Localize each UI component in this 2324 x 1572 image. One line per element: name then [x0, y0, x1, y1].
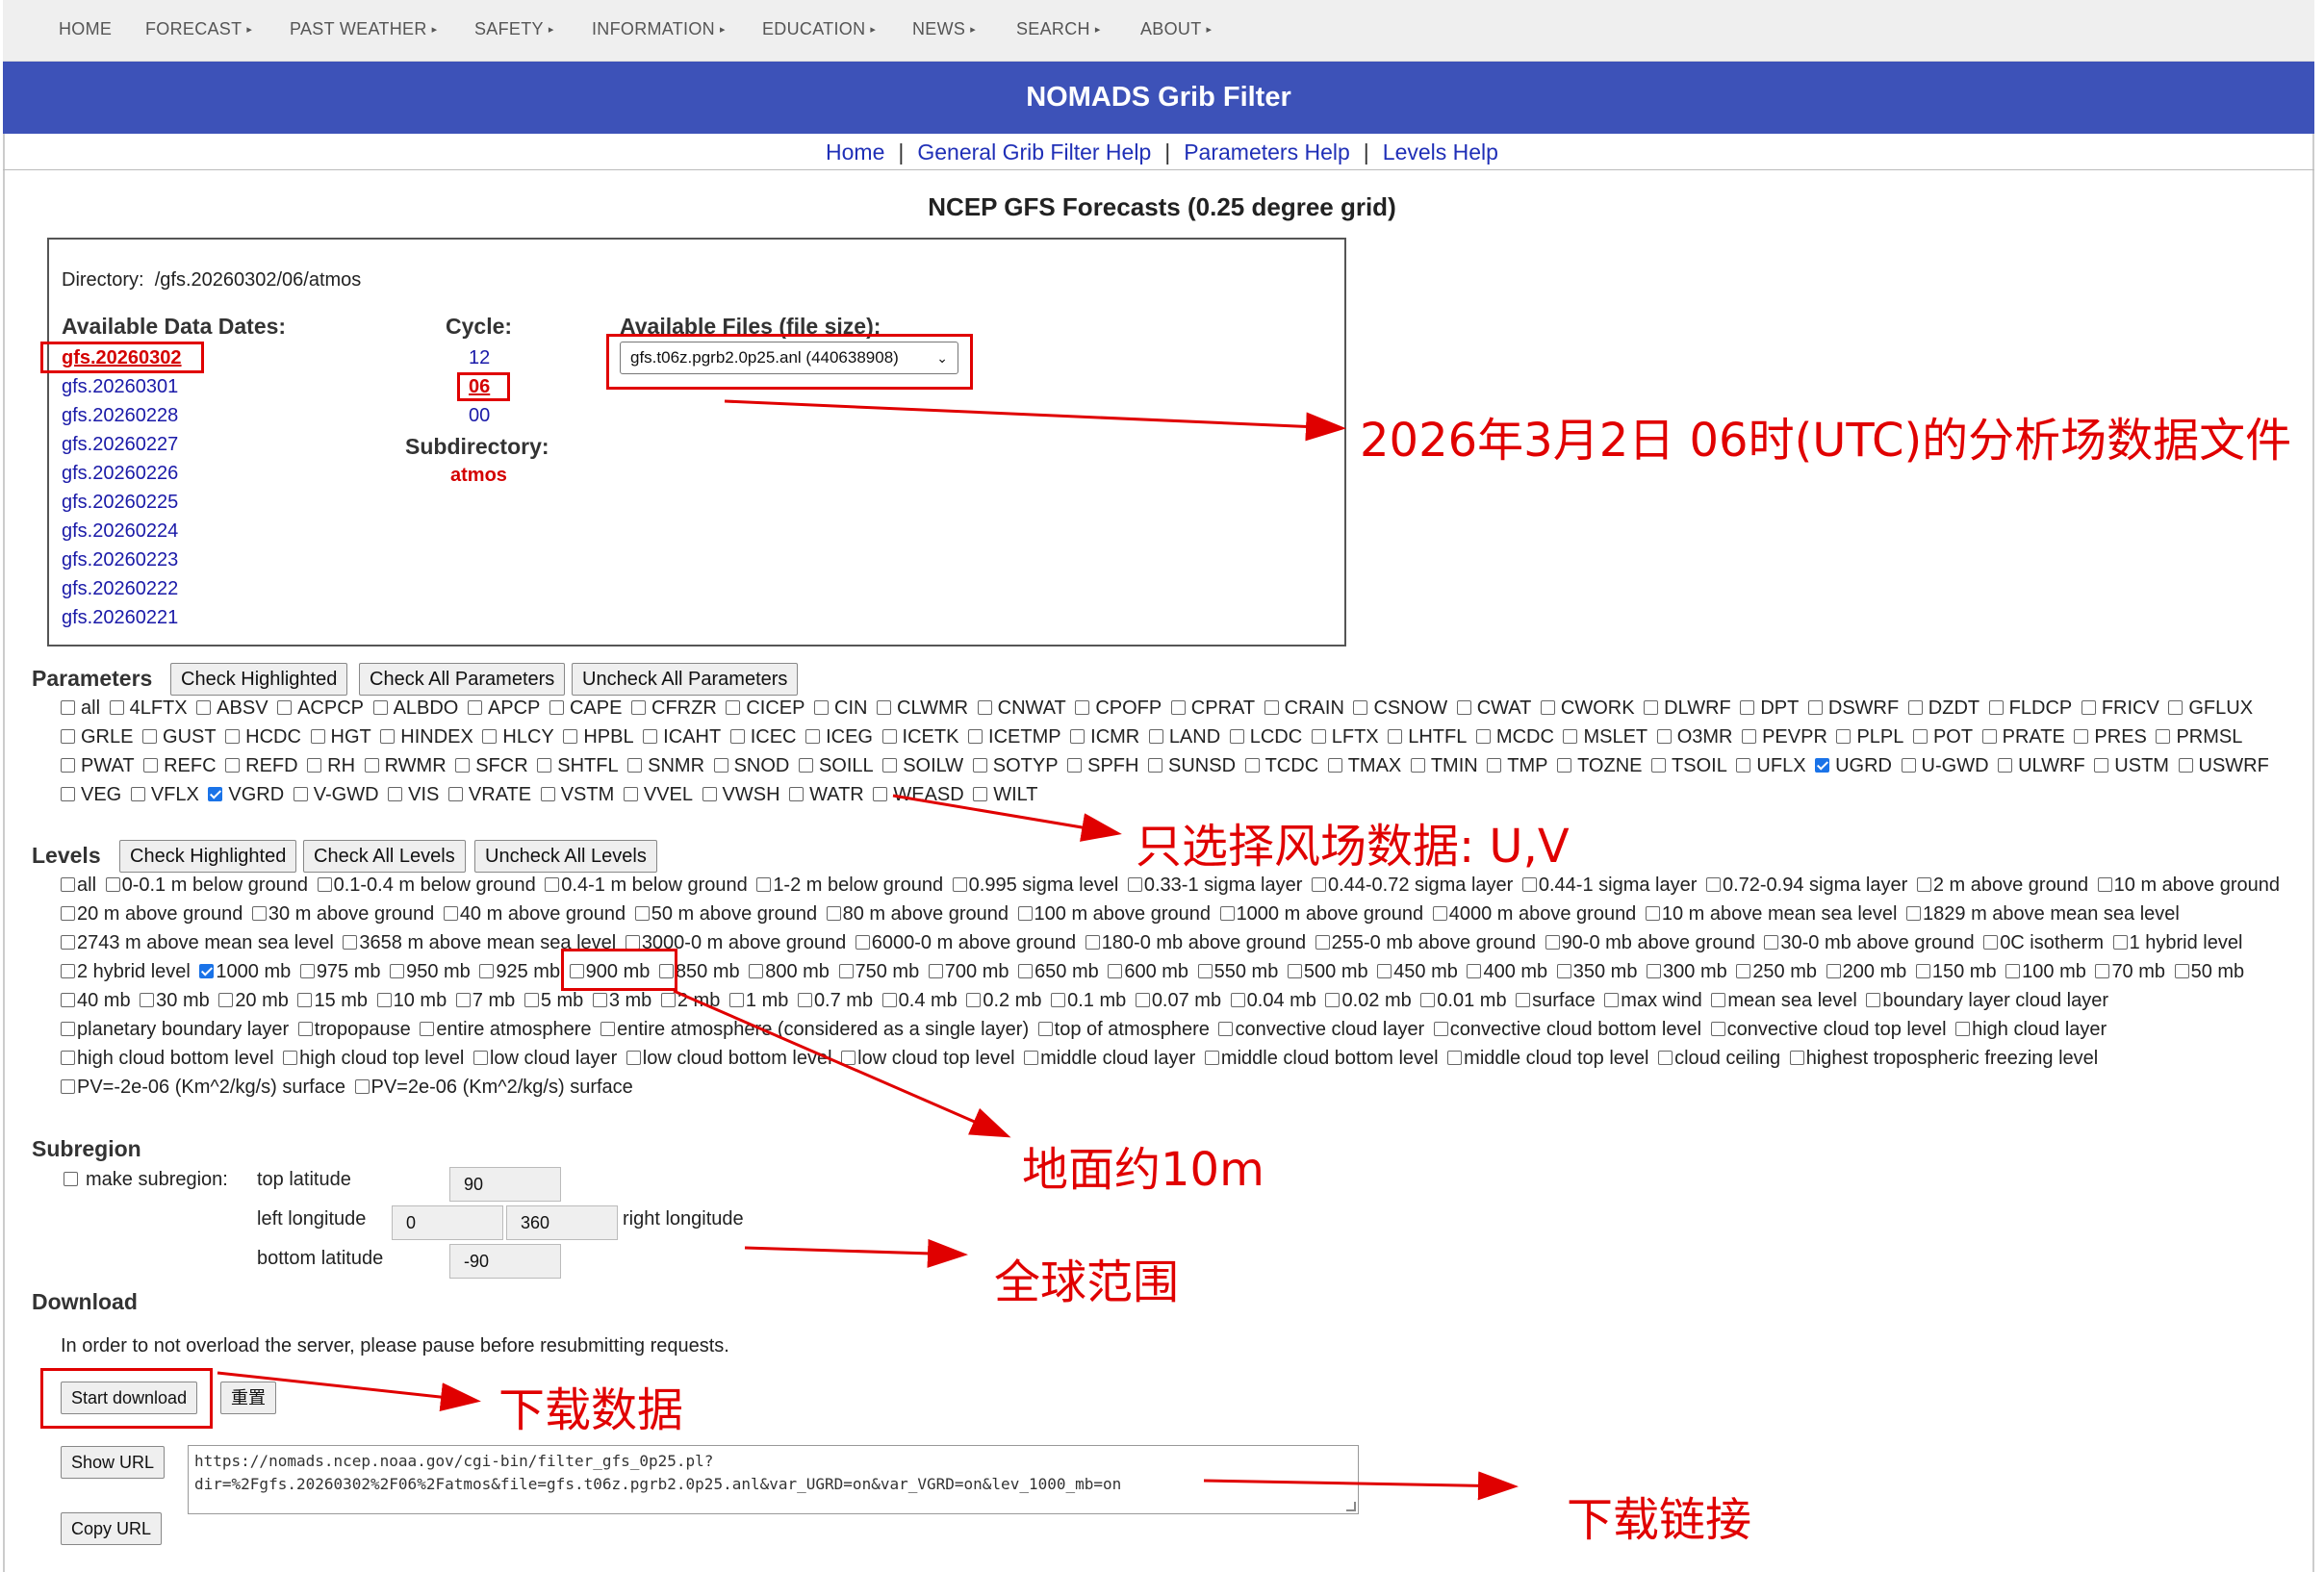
- region-arrow: [744, 1238, 968, 1268]
- annotation-arrows: [217, 399, 1519, 1501]
- annotation-level: 地面约10m: [1022, 1143, 1264, 1197]
- wind-arrow: [892, 794, 1122, 842]
- annotation-region: 全球范围: [994, 1255, 1180, 1309]
- download-arrow: [217, 1371, 481, 1412]
- annotation-download: 下载数据: [498, 1383, 684, 1437]
- annotation-wind: 只选择风场数据: U,V: [1136, 820, 1570, 874]
- file-arrow: [724, 399, 1346, 442]
- annotation-file: 2026年3月2日 06时(UTC)的分析场数据文件: [1360, 414, 2292, 468]
- level-arrow: [673, 989, 1011, 1138]
- link-arrow: [1203, 1471, 1519, 1501]
- annotation-link: 下载链接: [1567, 1493, 1752, 1547]
- page: HOME FORECAST ▸ PAST WEATHER ▸ SAFETY ▸ INFORMA…: [0, 0, 2324, 1572]
